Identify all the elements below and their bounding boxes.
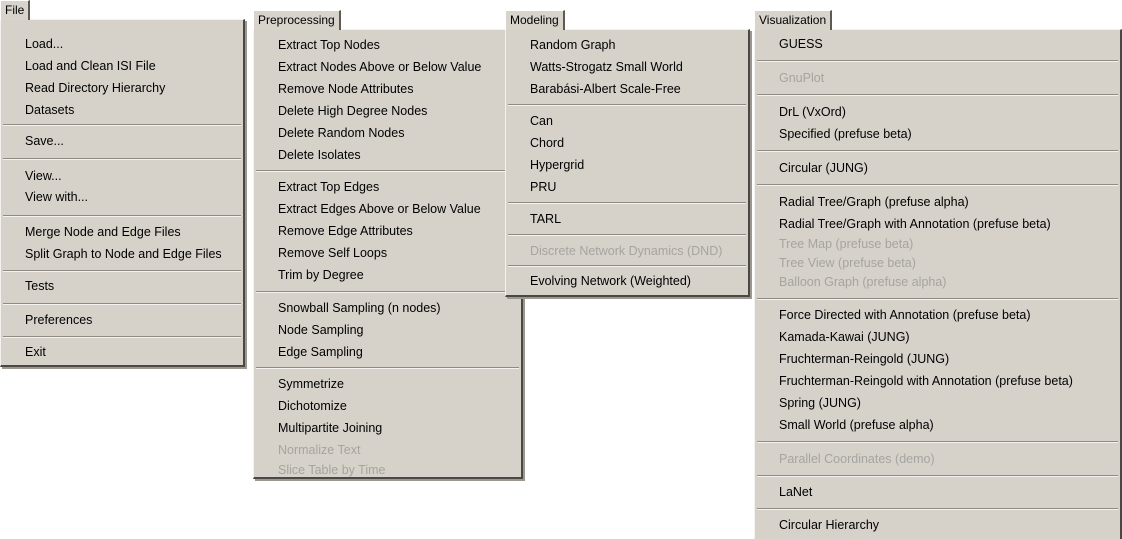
menu-item-edge-sampling[interactable]: Edge Sampling — [254, 341, 521, 363]
menu-item-dichotomize[interactable]: Dichotomize — [254, 395, 521, 417]
modeling-menu-title[interactable]: Modeling — [505, 10, 565, 30]
menu-separator — [508, 202, 746, 204]
menu-item-remove-self-loops[interactable]: Remove Self Loops — [254, 242, 521, 264]
menu-separator — [757, 60, 1118, 62]
menu-separator — [757, 441, 1118, 443]
menu-item-guess[interactable]: GUESS — [755, 33, 1120, 55]
menu-separator — [3, 158, 241, 160]
menu-item-hypergrid[interactable]: Hypergrid — [506, 154, 748, 176]
menu-item-force-directed-annotation[interactable]: Force Directed with Annotation (prefuse … — [755, 304, 1120, 326]
menu-separator — [3, 124, 241, 126]
menu-item-view-with[interactable]: View with... — [1, 186, 243, 208]
menu-item-circular-hierarchy[interactable]: Circular Hierarchy — [755, 514, 1120, 536]
menu-item-chord[interactable]: Chord — [506, 132, 748, 154]
menu-item-merge-node-and-edge-files[interactable]: Merge Node and Edge Files — [1, 221, 243, 243]
menu-item-delete-isolates[interactable]: Delete Isolates — [254, 144, 521, 166]
menu-item-balloon-graph: Balloon Graph (prefuse alpha) — [779, 275, 947, 289]
menu-item-extract-top-nodes[interactable]: Extract Top Nodes — [254, 34, 521, 56]
menu-separator — [3, 303, 241, 305]
file-menu-title[interactable]: File — [0, 0, 31, 20]
menu-item-save[interactable]: Save... — [1, 130, 243, 152]
menu-item-exit[interactable]: Exit — [1, 341, 243, 363]
menu-item-watts-strogatz[interactable]: Watts-Strogatz Small World — [506, 56, 748, 78]
menu-item-node-sampling[interactable]: Node Sampling — [254, 319, 521, 341]
menu-item-remove-node-attributes[interactable]: Remove Node Attributes — [254, 78, 521, 100]
menu-item-multipartite-joining[interactable]: Multipartite Joining — [254, 417, 521, 439]
menu-item-lanet[interactable]: LaNet — [755, 481, 1120, 503]
visualization-menu-panel: GUESS GnuPlot DrL (VxOrd) Specified (pre… — [754, 29, 1122, 539]
menu-item-extract-top-edges[interactable]: Extract Top Edges — [254, 176, 521, 198]
menu-item-tests[interactable]: Tests — [1, 275, 243, 297]
menu-item-normalize-text: Normalize Text — [278, 443, 361, 457]
menu-separator — [757, 94, 1118, 96]
preprocessing-menu-title[interactable]: Preprocessing — [253, 10, 341, 30]
menu-separator — [508, 104, 746, 106]
menu-item-trim-by-degree[interactable]: Trim by Degree — [254, 264, 521, 286]
file-menu-panel: Load... Load and Clean ISI File Read Dir… — [0, 19, 245, 367]
menu-item-specified[interactable]: Specified (prefuse beta) — [755, 123, 1120, 145]
menu-item-random-graph[interactable]: Random Graph — [506, 34, 748, 56]
menu-item-can[interactable]: Can — [506, 110, 748, 132]
menu-item-extract-edges-above-below[interactable]: Extract Edges Above or Below Value — [254, 198, 521, 220]
modeling-menu-panel: Random Graph Watts-Strogatz Small World … — [505, 29, 750, 297]
menu-item-fruchterman-reingold-annotation[interactable]: Fruchterman-Reingold with Annotation (pr… — [755, 370, 1120, 392]
menu-separator — [3, 336, 241, 338]
menu-separator — [3, 215, 241, 217]
menu-item-datasets[interactable]: Datasets — [1, 99, 243, 121]
menu-item-symmetrize[interactable]: Symmetrize — [254, 373, 521, 395]
menu-separator — [256, 170, 519, 172]
menu-separator — [508, 234, 746, 236]
menu-item-gnuplot: GnuPlot — [779, 71, 825, 85]
menu-separator — [256, 291, 519, 293]
menu-item-discrete-network-dynamics: Discrete Network Dynamics (DND) — [530, 244, 723, 258]
menu-separator — [757, 475, 1118, 477]
menu-item-extract-nodes-above-below[interactable]: Extract Nodes Above or Below Value — [254, 56, 521, 78]
menu-item-spring-jung[interactable]: Spring (JUNG) — [755, 392, 1120, 414]
menu-item-tarl[interactable]: TARL — [506, 208, 748, 230]
menu-item-read-directory-hierarchy[interactable]: Read Directory Hierarchy — [1, 77, 243, 99]
menu-item-small-world[interactable]: Small World (prefuse alpha) — [755, 414, 1120, 436]
menu-item-pru[interactable]: PRU — [506, 176, 748, 198]
visualization-menu-title[interactable]: Visualization — [754, 10, 833, 30]
menu-separator — [757, 184, 1118, 186]
menu-item-kamada-kawai[interactable]: Kamada-Kawai (JUNG) — [755, 326, 1120, 348]
menu-separator — [757, 298, 1118, 300]
menu-separator — [757, 508, 1118, 510]
menu-item-slice-table-by-time: Slice Table by Time — [278, 463, 386, 477]
menu-item-radial-tree-graph[interactable]: Radial Tree/Graph (prefuse alpha) — [755, 191, 1120, 213]
menu-separator — [3, 270, 241, 272]
menu-item-delete-random-nodes[interactable]: Delete Random Nodes — [254, 122, 521, 144]
menu-item-radial-tree-graph-annotation[interactable]: Radial Tree/Graph with Annotation (prefu… — [755, 213, 1120, 235]
menu-item-load[interactable]: Load... — [1, 33, 243, 55]
menu-item-split-graph[interactable]: Split Graph to Node and Edge Files — [1, 243, 243, 265]
menu-item-load-and-clean-isi-file[interactable]: Load and Clean ISI File — [1, 55, 243, 77]
menu-item-remove-edge-attributes[interactable]: Remove Edge Attributes — [254, 220, 521, 242]
menu-item-circular-jung[interactable]: Circular (JUNG) — [755, 157, 1120, 179]
menu-separator — [256, 367, 519, 369]
menu-item-drl-vxord[interactable]: DrL (VxOrd) — [755, 101, 1120, 123]
menu-item-snowball-sampling[interactable]: Snowball Sampling (n nodes) — [254, 297, 521, 319]
menu-item-delete-high-degree-nodes[interactable]: Delete High Degree Nodes — [254, 100, 521, 122]
menu-item-view[interactable]: View... — [1, 165, 243, 187]
menu-item-barabasi-albert[interactable]: Barabási-Albert Scale-Free — [506, 78, 748, 100]
menu-item-fruchterman-reingold[interactable]: Fruchterman-Reingold (JUNG) — [755, 348, 1120, 370]
menu-item-parallel-coordinates: Parallel Coordinates (demo) — [779, 452, 935, 466]
menu-item-preferences[interactable]: Preferences — [1, 309, 243, 331]
preprocessing-menu-panel: Extract Top Nodes Extract Nodes Above or… — [253, 29, 523, 479]
menu-separator — [757, 150, 1118, 152]
menu-separator — [508, 265, 746, 267]
menu-item-evolving-network[interactable]: Evolving Network (Weighted) — [506, 270, 748, 292]
